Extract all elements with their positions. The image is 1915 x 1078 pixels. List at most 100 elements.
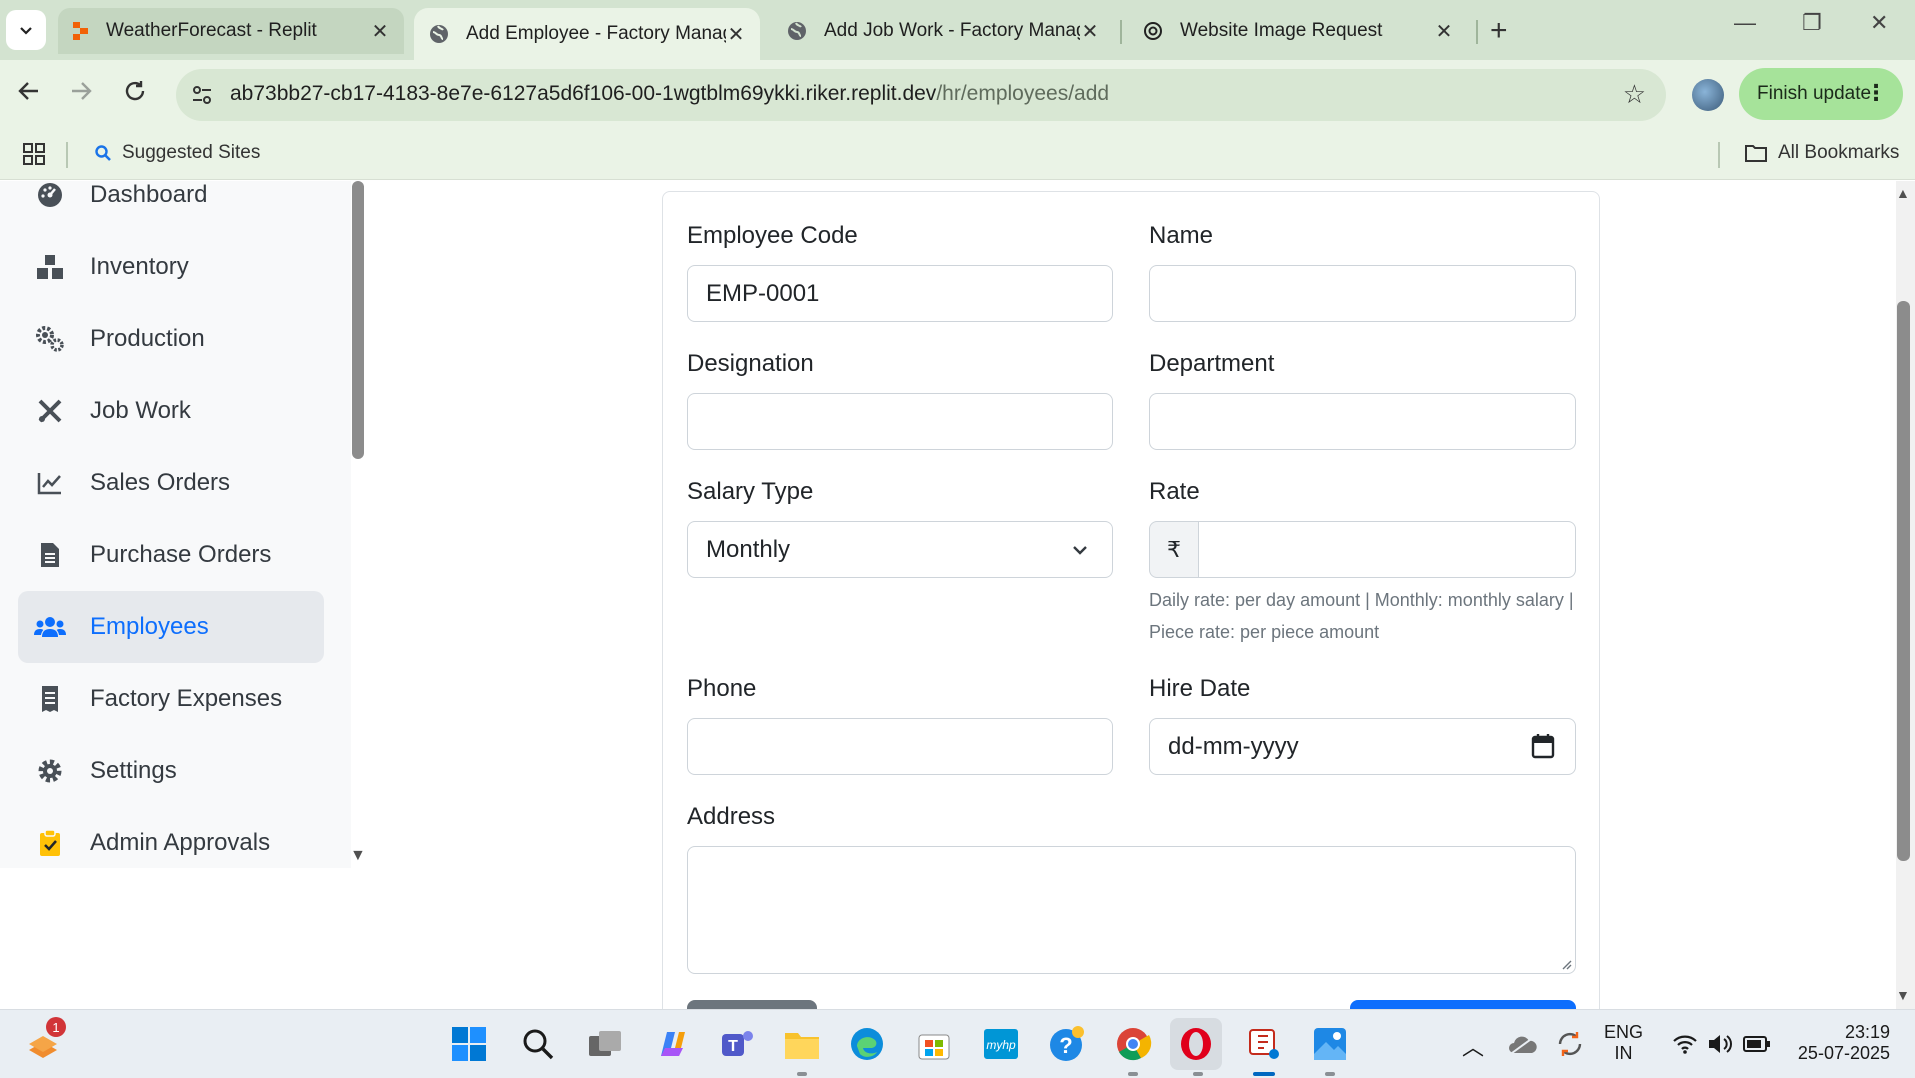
tab-add-employee[interactable]: Add Employee - Factory Manag ✕ bbox=[414, 8, 760, 60]
sync-icon[interactable] bbox=[1549, 1023, 1591, 1065]
all-bookmarks-button[interactable]: All Bookmarks bbox=[1744, 142, 1899, 164]
forward-icon[interactable] bbox=[68, 78, 94, 111]
search-icon[interactable] bbox=[517, 1023, 559, 1065]
opera-icon[interactable] bbox=[1170, 1018, 1222, 1070]
finish-update-button[interactable]: Finish update ⋮ bbox=[1739, 68, 1903, 120]
apps-grid-icon[interactable] bbox=[22, 142, 46, 171]
add-employee-form-card: Employee Code EMP-0001 Name Designation … bbox=[662, 191, 1600, 1009]
language-code: ENG bbox=[1604, 1022, 1644, 1042]
employee-code-field[interactable]: EMP-0001 bbox=[687, 265, 1113, 322]
scroll-up-arrow-icon[interactable]: ▲ bbox=[1896, 185, 1910, 201]
sidebar-item-settings[interactable]: Settings bbox=[18, 735, 324, 807]
gauge-icon bbox=[18, 182, 74, 208]
scroll-down-arrow-icon[interactable]: ▼ bbox=[1896, 987, 1910, 1003]
tab-website-image-request[interactable]: Website Image Request ✕ bbox=[1128, 8, 1468, 54]
sidebar-item-job-work[interactable]: Job Work bbox=[18, 375, 324, 447]
svg-text:myhp: myhp bbox=[986, 1038, 1016, 1052]
tab-title: Website Image Request bbox=[1180, 20, 1383, 41]
name-field[interactable] bbox=[1149, 265, 1576, 322]
sidebar-item-dashboard[interactable]: Dashboard bbox=[18, 181, 324, 231]
sidebar-item-label: Factory Expenses bbox=[90, 685, 283, 712]
window-close-icon[interactable]: ✕ bbox=[1870, 10, 1888, 36]
photos-icon[interactable] bbox=[1309, 1023, 1351, 1065]
sidebar-item-label: Settings bbox=[90, 757, 177, 784]
tab-search-button[interactable] bbox=[6, 10, 46, 50]
designation-field[interactable] bbox=[687, 393, 1113, 450]
cancel-button[interactable] bbox=[687, 1000, 817, 1009]
sidebar-item-sales-orders[interactable]: Sales Orders bbox=[18, 447, 324, 519]
restore-icon[interactable]: ❐ bbox=[1802, 10, 1822, 36]
close-icon[interactable]: ✕ bbox=[1080, 19, 1100, 44]
globe-icon bbox=[788, 22, 806, 40]
rate-help-text: Daily rate: per day amount | Monthly: mo… bbox=[1149, 590, 1574, 642]
sidebar-scrollbar-thumb[interactable] bbox=[352, 181, 364, 459]
openai-icon bbox=[1144, 22, 1162, 40]
address-textarea[interactable] bbox=[687, 846, 1576, 974]
edge-icon[interactable] bbox=[846, 1023, 888, 1065]
replit-icon bbox=[73, 22, 88, 40]
page-scrollbar-thumb[interactable] bbox=[1897, 301, 1910, 861]
clock[interactable]: 23:19 25-07-2025 bbox=[1790, 1022, 1890, 1064]
scroll-down-arrow-icon[interactable]: ▼ bbox=[350, 847, 366, 865]
battery-icon[interactable] bbox=[1736, 1023, 1778, 1065]
close-icon[interactable]: ✕ bbox=[1434, 19, 1454, 44]
designation-label: Designation bbox=[687, 350, 814, 377]
widgets-icon[interactable]: 1 bbox=[22, 1017, 66, 1065]
chrome-icon[interactable] bbox=[1112, 1023, 1154, 1065]
snipping-tool-icon[interactable] bbox=[1243, 1023, 1285, 1065]
resize-handle-icon[interactable] bbox=[1560, 958, 1572, 970]
rate-field[interactable] bbox=[1198, 521, 1576, 578]
hire-date-field[interactable]: dd-mm-yyyy bbox=[1149, 718, 1576, 775]
more-vert-icon[interactable]: ⋮ bbox=[1865, 80, 1887, 106]
calendar-icon[interactable] bbox=[1531, 733, 1555, 759]
microsoft-store-icon[interactable] bbox=[913, 1023, 955, 1065]
close-icon[interactable]: ✕ bbox=[726, 22, 746, 47]
region-code: IN bbox=[1614, 1043, 1633, 1063]
running-indicator bbox=[797, 1072, 807, 1076]
show-hidden-icons-chevron-icon[interactable]: ︿ bbox=[1462, 1030, 1484, 1062]
clock-date: 25-07-2025 bbox=[1797, 1043, 1890, 1063]
task-view-icon[interactable] bbox=[584, 1023, 626, 1065]
phone-label: Phone bbox=[687, 675, 757, 702]
sidebar: Dashboard Inventory Production Job Work … bbox=[0, 181, 352, 868]
language-indicator[interactable]: ENG IN bbox=[1604, 1022, 1643, 1064]
sidebar-item-inventory[interactable]: Inventory bbox=[18, 231, 324, 303]
browser-toolbar: ab73bb27-cb17-4183-8e7e-6127a5d6f106-00-… bbox=[0, 60, 1915, 130]
sidebar-item-purchase-orders[interactable]: Purchase Orders bbox=[18, 519, 324, 591]
new-tab-icon[interactable]: + bbox=[1490, 14, 1508, 48]
profile-avatar[interactable] bbox=[1692, 79, 1724, 111]
tab-add-job-work[interactable]: Add Job Work - Factory Manage ✕ bbox=[772, 8, 1114, 54]
department-field[interactable] bbox=[1149, 393, 1576, 450]
copilot-icon[interactable] bbox=[650, 1023, 692, 1065]
sidebar-item-employees[interactable]: Employees bbox=[18, 591, 324, 663]
windows-start-icon[interactable] bbox=[448, 1023, 490, 1065]
suggested-sites-bookmark[interactable]: Suggested Sites bbox=[94, 142, 260, 164]
folder-icon bbox=[1745, 145, 1767, 162]
sidebar-item-factory-expenses[interactable]: Factory Expenses bbox=[18, 663, 324, 735]
save-employee-button[interactable] bbox=[1350, 1000, 1576, 1009]
url-text: ab73bb27-cb17-4183-8e7e-6127a5d6f106-00-… bbox=[230, 82, 1109, 106]
close-icon[interactable]: ✕ bbox=[370, 19, 390, 44]
sidebar-item-production[interactable]: Production bbox=[18, 303, 324, 375]
tab-title: Add Employee - Factory Manag bbox=[466, 23, 726, 44]
tab-separator bbox=[1120, 20, 1122, 44]
sidebar-item-label: Production bbox=[90, 325, 205, 352]
minimize-icon[interactable]: — bbox=[1734, 10, 1756, 36]
phone-field[interactable] bbox=[687, 718, 1113, 775]
tab-weatherforecast[interactable]: WeatherForecast - Replit ✕ bbox=[58, 8, 404, 54]
sidebar-item-admin-approvals[interactable]: Admin Approvals bbox=[18, 807, 324, 868]
site-info-icon[interactable] bbox=[190, 83, 214, 112]
reload-icon[interactable] bbox=[122, 78, 148, 111]
back-icon[interactable] bbox=[16, 78, 42, 111]
bookmark-star-icon[interactable]: ☆ bbox=[1623, 79, 1646, 110]
onedrive-icon[interactable] bbox=[1502, 1023, 1544, 1065]
myhp-icon[interactable]: myhp bbox=[980, 1023, 1022, 1065]
address-bar[interactable]: ab73bb27-cb17-4183-8e7e-6127a5d6f106-00-… bbox=[176, 69, 1666, 121]
url-host: ab73bb27-cb17-4183-8e7e-6127a5d6f106-00-… bbox=[230, 82, 937, 105]
rupee-symbol: ₹ bbox=[1167, 536, 1181, 562]
file-explorer-icon[interactable] bbox=[781, 1023, 823, 1065]
teams-icon[interactable]: T bbox=[716, 1023, 758, 1065]
get-help-icon[interactable]: ? bbox=[1046, 1023, 1088, 1065]
users-icon bbox=[18, 615, 74, 639]
salary-type-select[interactable]: Monthly bbox=[687, 521, 1113, 578]
